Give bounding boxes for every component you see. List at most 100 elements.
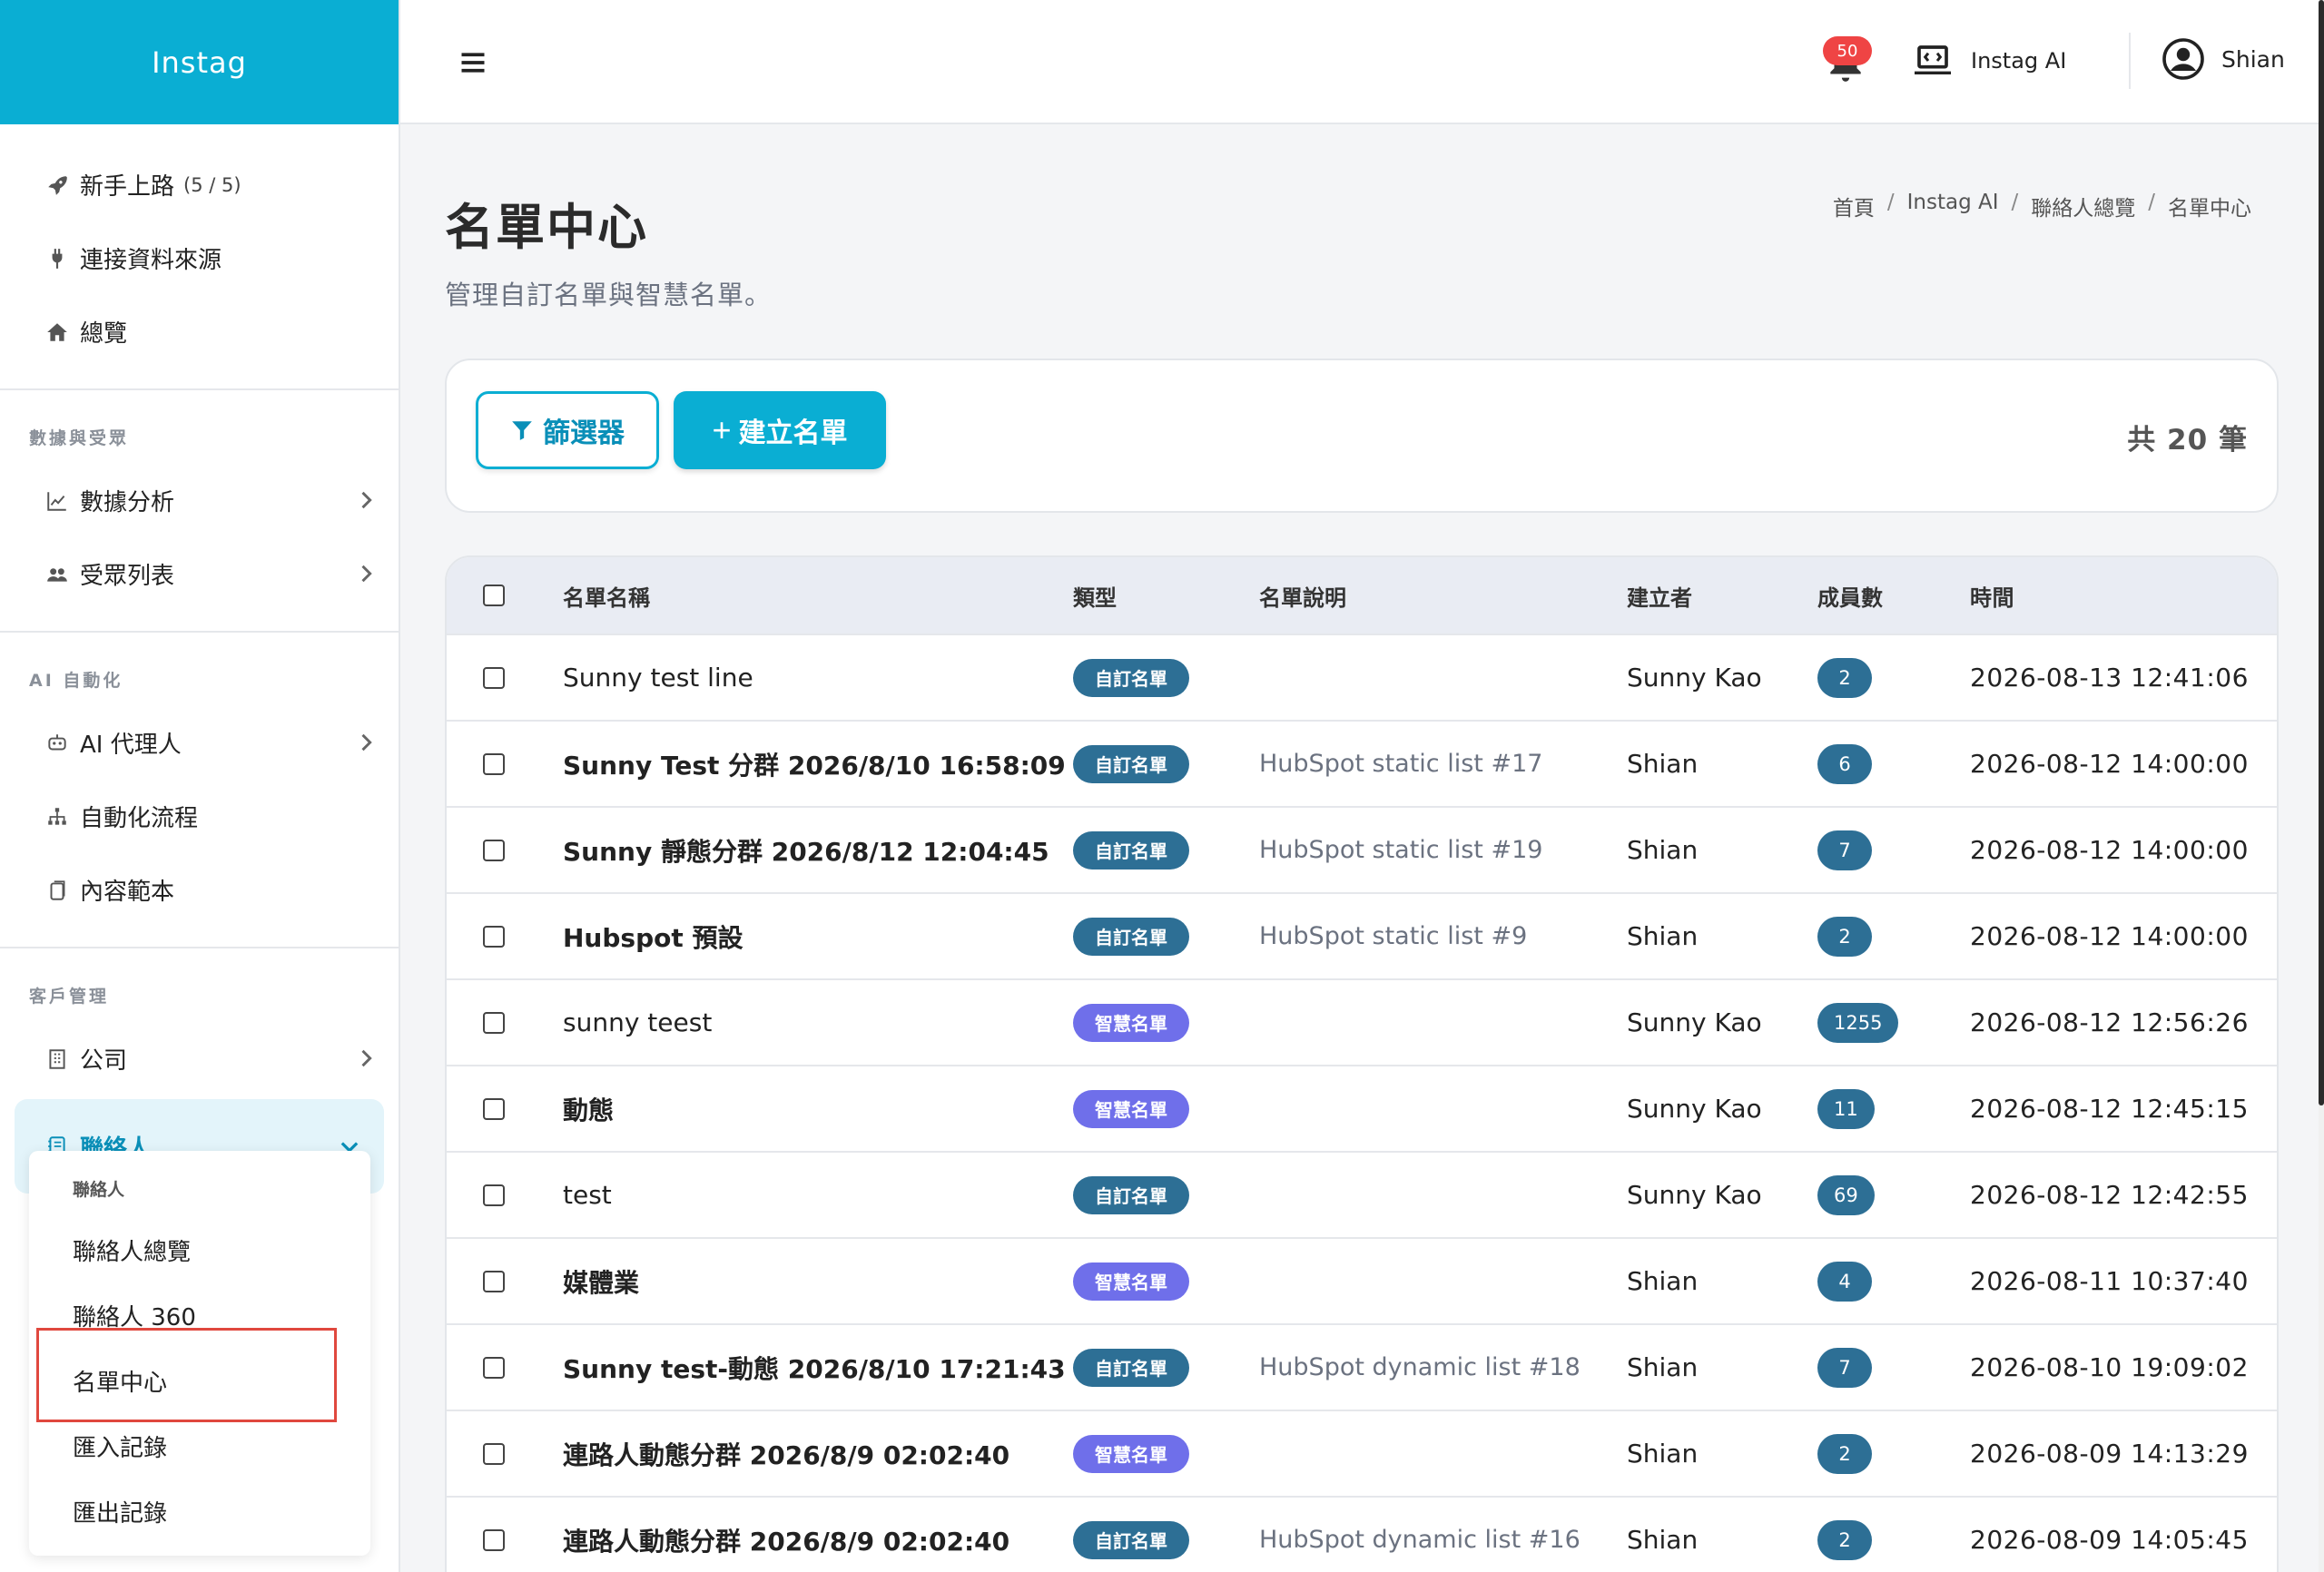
member-count-cell: 11 (1817, 1066, 1875, 1151)
breadcrumb-item-home[interactable]: 首頁 (1833, 191, 1875, 221)
table-row[interactable]: 連路人動態分群 2026/8/9 02:02:40 智慧名單 Shian 2 2026-… (447, 1410, 2277, 1496)
column-header-owner[interactable]: 建立者 (1627, 557, 1692, 634)
rocket-icon (42, 170, 73, 201)
hamburger-menu-icon[interactable] (459, 49, 487, 76)
row-checkbox[interactable] (483, 1270, 505, 1292)
column-header-time[interactable]: 時間 (1970, 557, 2014, 634)
row-checkbox[interactable] (483, 1184, 505, 1206)
member-count-cell: 6 (1817, 722, 1872, 806)
toolbar-card: 篩選器 + 建立名單 共 20 筆 (445, 359, 2279, 513)
submenu-item-import-log[interactable]: 匯入記錄 (29, 1413, 370, 1479)
row-select-cell (483, 1498, 505, 1572)
row-checkbox[interactable] (483, 666, 505, 689)
table-row[interactable]: test 自訂名單 Sunny Kao 69 2026-08-12 12:42:55 (447, 1151, 2277, 1237)
breadcrumb-item-contacts-overview[interactable]: 聯絡人總覽 (2031, 191, 2135, 221)
table-row[interactable]: 連路人動態分群 2026/8/9 02:02:40 自訂名單 HubSpot dyn… (447, 1496, 2277, 1572)
table-row[interactable]: 動態 智慧名單 Sunny Kao 11 2026-08-12 12:45:15 (447, 1065, 2277, 1151)
row-checkbox[interactable] (483, 839, 505, 861)
sidebar-item-audiences[interactable]: 受眾列表 (0, 537, 399, 611)
submenu-item-contact-overview[interactable]: 聯絡人總覽 (29, 1217, 370, 1282)
list-owner: Shian (1627, 1439, 1699, 1469)
list-name[interactable]: Hubspot 預設 (563, 894, 743, 978)
brand-logo[interactable]: Instag (0, 0, 399, 124)
row-checkbox[interactable] (483, 1442, 505, 1465)
member-count-badge: 2 (1817, 1433, 1872, 1474)
list-name[interactable]: 動態 (563, 1066, 614, 1151)
table-row[interactable]: Sunny test-動態 2026/8/10 17:21:43 自訂名單 HubS… (447, 1323, 2277, 1410)
page-title: 名單中心 (445, 199, 648, 256)
table-header: 名單名稱 類型 名單說明 建立者 成員數 時間 (447, 557, 2277, 634)
row-select-cell (483, 1411, 505, 1496)
row-select-cell (483, 894, 505, 978)
page-subtitle: 管理自訂名單與智慧名單。 (445, 280, 773, 310)
user-menu[interactable]: Shian (2162, 34, 2285, 84)
row-checkbox[interactable] (483, 1528, 505, 1551)
table-row[interactable]: sunny teest 智慧名單 Sunny Kao 1255 2026-08-12 1… (447, 978, 2277, 1065)
list-name[interactable]: test (563, 1153, 612, 1237)
sidebar-item-company[interactable]: 公司 (0, 1022, 399, 1095)
table-row[interactable]: 媒體業 智慧名單 Shian 4 2026-08-11 10:37:40 (447, 1237, 2277, 1323)
list-name[interactable]: sunny teest (563, 980, 712, 1065)
list-owner: Shian (1627, 1525, 1699, 1555)
select-all-checkbox[interactable] (483, 585, 505, 606)
notification-badge: 50 (1823, 36, 1872, 65)
list-time: 2026-08-10 19:09:02 (1970, 1352, 2249, 1382)
sidebar-item-label: 公司 (80, 1047, 128, 1075)
breadcrumb-item-instag-ai[interactable]: Instag AI (1907, 191, 1999, 221)
sidebar-item-connect-data[interactable]: 連接資料來源 (0, 221, 399, 295)
table-row[interactable]: Sunny test line 自訂名單 Sunny Kao 2 2026-08-13 … (447, 634, 2277, 720)
column-header-name[interactable]: 名單名稱 (563, 557, 650, 634)
list-name[interactable]: Sunny test line (563, 635, 753, 720)
member-count-badge: 2 (1817, 657, 1872, 698)
sidebar-item-label: 新手上路 (80, 173, 175, 201)
sidebar-item-automation[interactable]: 自動化流程 (0, 780, 399, 853)
submenu-item-export-log[interactable]: 匯出記錄 (29, 1479, 370, 1544)
instag-ai-link[interactable]: Instag AI (1913, 40, 2066, 82)
list-name[interactable]: 連路人動態分群 2026/8/9 02:02:40 (563, 1498, 1009, 1572)
row-select-cell (483, 1066, 505, 1151)
row-checkbox[interactable] (483, 925, 505, 948)
row-checkbox[interactable] (483, 1097, 505, 1120)
list-type-cell: 自訂名單 (1073, 1325, 1189, 1410)
total-count: 共 20 筆 (2127, 424, 2248, 457)
sidebar-item-onboarding[interactable]: 新手上路 (5 / 5) (0, 148, 399, 221)
column-header-description[interactable]: 名單說明 (1259, 557, 1346, 634)
column-header-type[interactable]: 類型 (1073, 557, 1117, 634)
table-row[interactable]: Hubspot 預設 自訂名單 HubSpot static list #9 Shia… (447, 892, 2277, 978)
row-checkbox[interactable] (483, 752, 505, 775)
row-checkbox[interactable] (483, 1011, 505, 1034)
row-select-cell (483, 1239, 505, 1323)
sidebar-item-analytics[interactable]: 數據分析 (0, 464, 399, 537)
breadcrumb-separator: / (2011, 191, 2019, 214)
filter-button[interactable]: 篩選器 (476, 391, 659, 469)
list-name[interactable]: Sunny Test 分群 2026/8/10 16:58:09 (563, 722, 1066, 806)
row-checkbox[interactable] (483, 1356, 505, 1379)
list-time: 2026-08-09 14:05:45 (1970, 1525, 2249, 1555)
row-select-cell (483, 722, 505, 806)
list-name[interactable]: 連路人動態分群 2026/8/9 02:02:40 (563, 1411, 1009, 1496)
table-row[interactable]: Sunny 靜態分群 2026/8/12 12:04:45 自訂名單 HubSpot… (447, 806, 2277, 892)
onboarding-progress: (5 / 5) (183, 173, 241, 196)
member-count-cell: 4 (1817, 1239, 1872, 1323)
chevron-right-icon (361, 565, 372, 583)
column-header-members[interactable]: 成員數 (1817, 557, 1883, 634)
list-name[interactable]: Sunny test-動態 2026/8/10 17:21:43 (563, 1325, 1066, 1410)
top-bar: 50 Instag AI Shian (400, 0, 2319, 124)
sidebar-item-templates[interactable]: 內容範本 (0, 853, 399, 927)
member-count-cell: 2 (1817, 1411, 1872, 1496)
list-type-cell: 智慧名單 (1073, 1411, 1189, 1496)
create-list-button[interactable]: + 建立名單 (674, 391, 886, 469)
sidebar-item-overview[interactable]: 總覽 (0, 295, 399, 368)
sidebar-item-ai-agent[interactable]: AI 代理人 (0, 706, 399, 780)
page-scrollbar-thumb[interactable] (2319, 0, 2324, 1105)
table-row[interactable]: Sunny Test 分群 2026/8/10 16:58:09 自訂名單 HubS… (447, 720, 2277, 806)
list-name[interactable]: Sunny 靜態分群 2026/8/12 12:04:45 (563, 808, 1049, 892)
sidebar-group-ai: AI 自動化 AI 代理人 自動化流程 內容範本 (0, 633, 399, 948)
list-description: HubSpot dynamic list #16 (1259, 1526, 1581, 1554)
member-count-badge: 7 (1817, 830, 1872, 870)
member-count-badge: 1255 (1817, 1002, 1899, 1043)
list-name[interactable]: 媒體業 (563, 1239, 639, 1323)
list-owner: Sunny Kao (1627, 663, 1762, 693)
list-type-cell: 智慧名單 (1073, 1239, 1189, 1323)
list-owner: Sunny Kao (1627, 1180, 1762, 1210)
